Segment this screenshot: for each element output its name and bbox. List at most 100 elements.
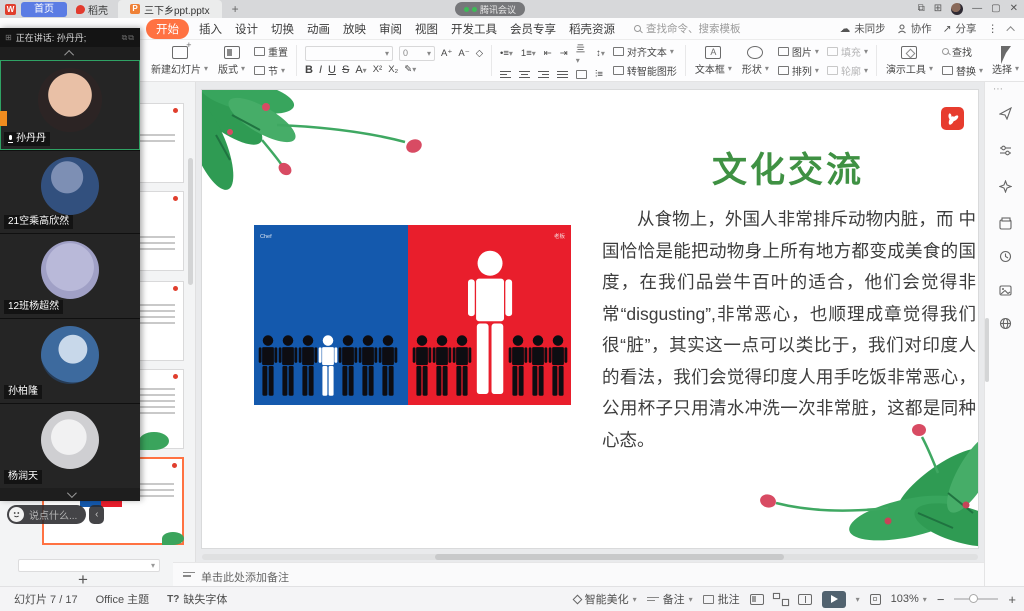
section-button[interactable]: 节▾	[254, 63, 288, 78]
maximize-button[interactable]: ▢	[991, 4, 1000, 14]
collapse-participants-button[interactable]	[0, 47, 140, 60]
new-tab-button[interactable]: +	[232, 2, 239, 16]
tab-animations[interactable]: 动画	[307, 21, 330, 37]
slide-sorter-view-button[interactable]	[774, 594, 788, 605]
theme-name[interactable]: Office 主题	[96, 591, 150, 607]
horizontal-scrollbar[interactable]	[202, 554, 978, 560]
smart-beautify-button[interactable]: 智能美化▾	[574, 591, 637, 607]
play-options-caret[interactable]: ▾	[856, 595, 860, 604]
align-right-button[interactable]	[538, 71, 549, 78]
slide-canvas[interactable]: 文化交流 从食物上，外国人非常排斥动物内脏，而 中国恰恰是能把动物身上所有地方都…	[202, 90, 978, 548]
outline-button[interactable]: 轮廓▾	[827, 63, 868, 78]
new-slide-dropdown[interactable]: ▾	[18, 559, 160, 572]
comments-button[interactable]: 批注	[703, 591, 740, 607]
presentation-tools-button[interactable]: 演示工具▾	[881, 40, 938, 81]
distribute-button[interactable]: ⫶≡	[595, 69, 603, 80]
subscript-button[interactable]: X₂	[388, 64, 398, 75]
find-button[interactable]: 查找	[942, 44, 983, 59]
tab-design[interactable]: 设计	[235, 21, 258, 37]
decrease-indent-button[interactable]: ⇤	[544, 48, 552, 59]
image-tools-icon[interactable]	[996, 282, 1014, 300]
text-direction-button[interactable]: 亖▾	[576, 41, 588, 66]
superscript-button[interactable]: X²	[373, 64, 383, 75]
underline-button[interactable]: U	[328, 64, 336, 76]
italic-button[interactable]: I	[319, 64, 322, 76]
tab-review[interactable]: 审阅	[379, 21, 402, 37]
expand-participants-button[interactable]	[0, 488, 140, 501]
more-menu-icon[interactable]: ⋮	[988, 23, 999, 35]
layout-button[interactable]: 版式▾	[213, 40, 250, 81]
meeting-grid-icon[interactable]: ⊞	[5, 33, 12, 42]
align-text-button[interactable]: 对齐文本▾	[613, 44, 677, 59]
interface-layout-icon[interactable]: ⧉	[918, 4, 925, 14]
layout-pane-icon[interactable]	[996, 215, 1014, 233]
notes-toggle-button[interactable]: 备注▾	[647, 591, 693, 607]
rail-scrollbar[interactable]	[985, 318, 989, 382]
increase-font-button[interactable]: A⁺	[441, 48, 452, 59]
tab-transitions[interactable]: 切换	[271, 21, 294, 37]
east-west-comparison-image[interactable]: Chef 老板	[254, 225, 571, 405]
meeting-window-icons[interactable]: ⧉⧉	[122, 33, 135, 43]
shapes-button[interactable]: 形状▾	[737, 40, 774, 81]
slideshow-play-button[interactable]	[822, 591, 846, 608]
bold-button[interactable]: B	[305, 64, 313, 76]
highlight-button[interactable]: ✎▾	[404, 64, 416, 75]
participant-video-tile[interactable]: 12班杨超然	[0, 233, 140, 318]
rail-more-icon[interactable]: ⋯	[993, 84, 1004, 95]
participant-video-tile[interactable]: 孙柏隆	[0, 318, 140, 403]
home-tab[interactable]: 首页	[21, 2, 67, 17]
chat-input-pill[interactable]: 说点什么...	[7, 505, 86, 524]
reading-view-button[interactable]	[798, 594, 812, 605]
tab-view[interactable]: 视图	[415, 21, 438, 37]
collaborate-button[interactable]: 协作	[897, 21, 932, 36]
tab-slideshow[interactable]: 放映	[343, 21, 366, 37]
replace-button[interactable]: 替换▾	[942, 63, 983, 78]
object-properties-icon[interactable]	[996, 142, 1014, 160]
convert-smartart-button[interactable]: 转智能图形	[613, 63, 677, 78]
chat-collapse-button[interactable]: ‹	[89, 505, 104, 524]
font-color-button[interactable]: A▾	[355, 64, 366, 76]
tab-membership[interactable]: 会员专享	[510, 21, 556, 37]
sync-status-button[interactable]: ☁ 未同步	[840, 21, 886, 36]
bullets-button[interactable]: •≡▾	[500, 48, 513, 59]
notes-bar[interactable]: 单击此处添加备注	[173, 562, 984, 586]
picture-button[interactable]: 图片▾	[778, 44, 819, 59]
collapse-ribbon-icon[interactable]	[1006, 26, 1014, 34]
textbox-button[interactable]: 文本框▾	[690, 40, 737, 81]
docer-tab[interactable]: 稻壳	[76, 2, 108, 17]
justify-button[interactable]	[557, 71, 568, 78]
tab-developer[interactable]: 开发工具	[451, 21, 497, 37]
fill-button[interactable]: 填充▾	[827, 44, 868, 59]
tab-docer-resources[interactable]: 稻壳资源	[569, 21, 615, 37]
account-avatar[interactable]	[951, 3, 963, 15]
zoom-slider-knob[interactable]	[969, 594, 978, 603]
align-left-button[interactable]	[500, 71, 511, 78]
slide-title[interactable]: 文化交流	[602, 142, 974, 193]
quick-share-icon[interactable]	[996, 105, 1014, 123]
new-slide-button[interactable]: 新建幻灯片▾	[146, 40, 213, 81]
select-button[interactable]: 选择▾	[987, 40, 1024, 81]
tencent-meeting-floating-bar[interactable]: 腾讯会议	[455, 2, 525, 16]
font-size-select[interactable]: 0▾	[399, 46, 435, 61]
participant-video-tile[interactable]: 孙丹丹	[0, 60, 140, 150]
thumbnail-scrollbar[interactable]	[188, 158, 193, 285]
zoom-level[interactable]: 103%▾	[891, 593, 927, 605]
reset-button[interactable]: 重置	[254, 44, 288, 59]
increase-indent-button[interactable]: ⇥	[560, 48, 568, 59]
wps-logo-icon[interactable]: W	[5, 4, 16, 15]
slide-body-text[interactable]: 从食物上，外国人非常排斥动物内脏，而 中国恰恰是能把动物身上所有地方都变成美食的…	[602, 204, 976, 456]
settings-globe-icon[interactable]	[996, 315, 1014, 333]
fit-slide-icon[interactable]	[870, 594, 881, 605]
align-center-button[interactable]	[519, 71, 530, 78]
document-tab[interactable]: P 三下乡ppt.pptx	[118, 0, 222, 18]
numbering-button[interactable]: 1≡▾	[521, 48, 536, 59]
zoom-slider[interactable]	[954, 598, 998, 600]
decrease-font-button[interactable]: A⁻	[458, 48, 469, 59]
font-family-select[interactable]: ▾	[305, 46, 393, 61]
share-button[interactable]: ↗ 分享	[943, 21, 977, 36]
close-button[interactable]: ✕	[1010, 4, 1018, 14]
beautify-icon[interactable]	[996, 178, 1014, 196]
timer-icon[interactable]	[996, 248, 1014, 266]
normal-view-button[interactable]	[750, 594, 764, 605]
participant-video-tile[interactable]: 21空乘高欣然	[0, 150, 140, 233]
